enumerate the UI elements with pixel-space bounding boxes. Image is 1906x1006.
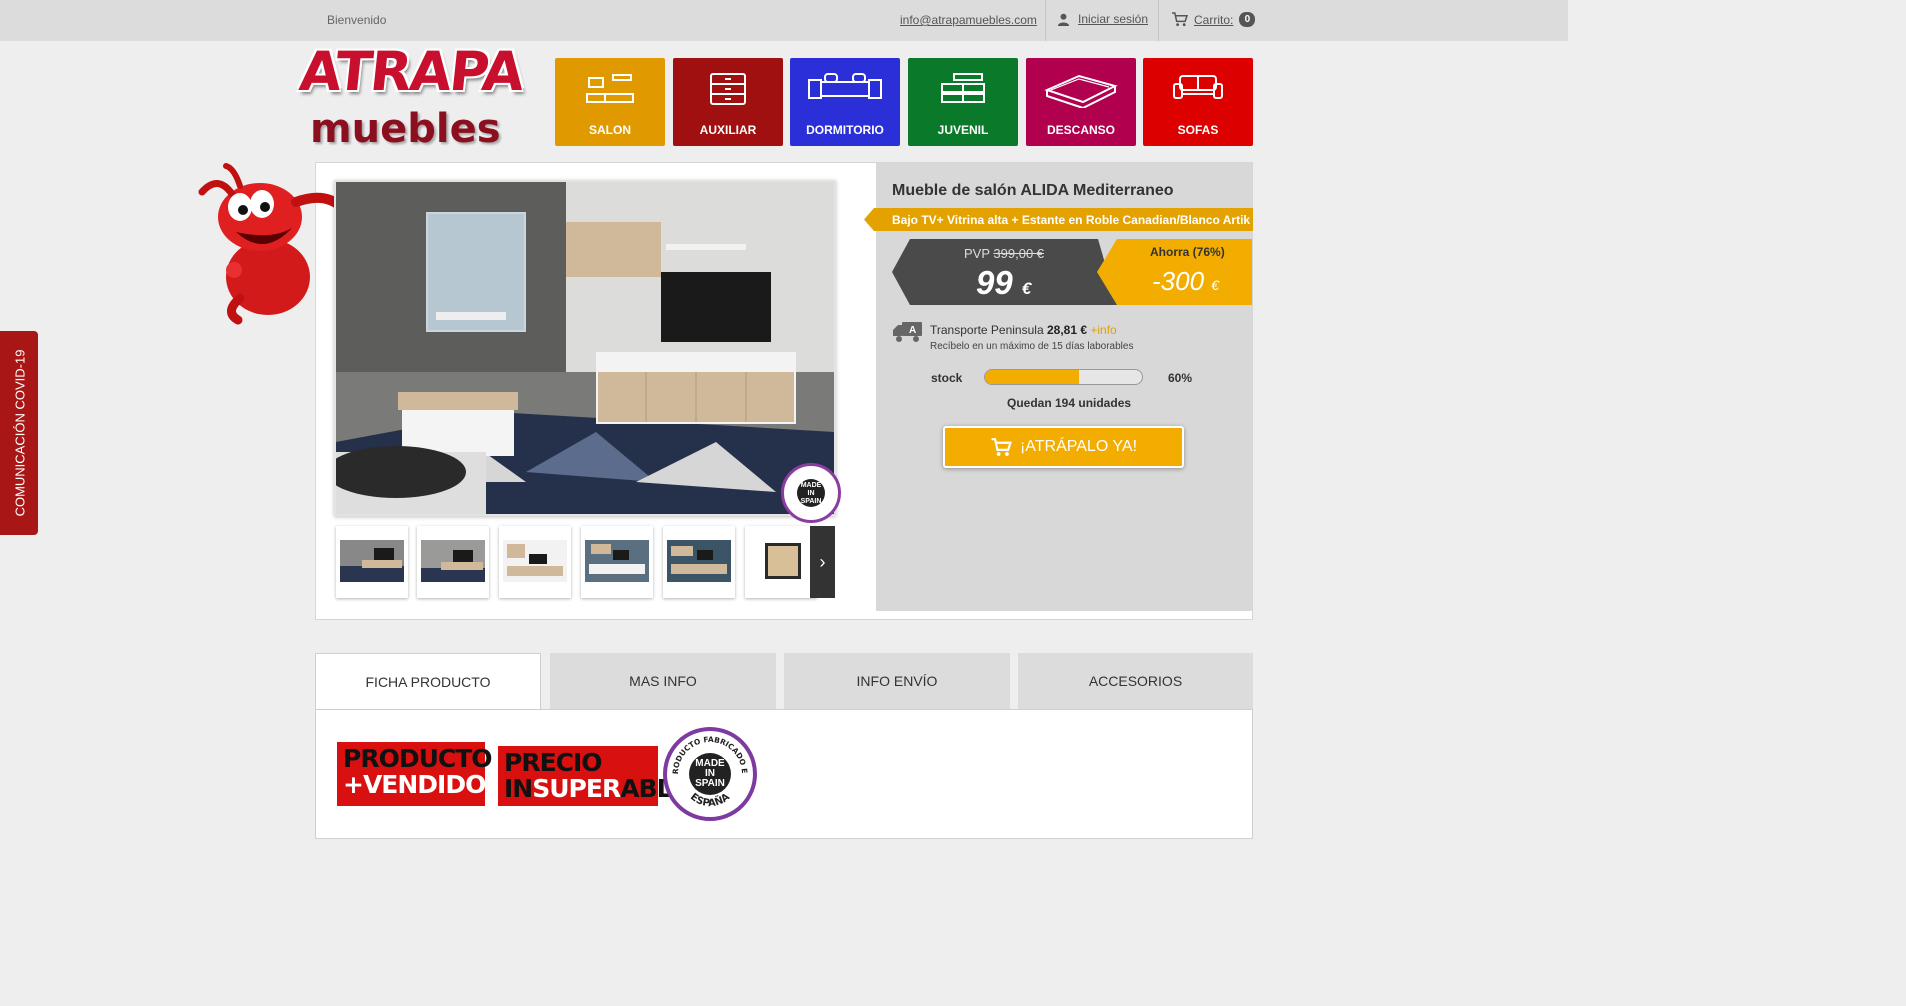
product-title: Mueble de salón ALIDA Mediterraneo	[892, 182, 1174, 199]
shipping-label: Transporte Peninsula	[930, 323, 1044, 337]
email-link[interactable]: info@atrapamuebles.com	[900, 13, 1037, 27]
thumbnail[interactable]	[745, 526, 817, 598]
stock-bar	[984, 369, 1143, 385]
product-subtitle: Bajo TV+ Vitrina alta + Estante en Roble…	[892, 213, 1251, 227]
thumbnail[interactable]	[336, 526, 408, 598]
promo-line: IN	[504, 774, 533, 803]
truck-icon: A	[893, 322, 922, 342]
made-in-spain-badge: MADE IN SPAIN	[781, 463, 841, 523]
logo-line2: muebles	[310, 106, 501, 152]
tab-ficha-producto[interactable]: FICHA PRODUCTO	[315, 653, 541, 710]
promo-line: PRODUCTO	[343, 744, 493, 773]
thumbnail[interactable]	[417, 526, 489, 598]
stock-percent: 60%	[1168, 371, 1193, 385]
logo-line1: ATRAPA	[296, 40, 526, 103]
thumbnail[interactable]	[499, 526, 571, 598]
stock-bar-fill	[985, 370, 1080, 384]
pvp-price: PVP 399,00 €	[964, 246, 1044, 261]
thumbnail-image	[667, 540, 731, 582]
bunk-bed-icon	[941, 73, 985, 103]
site-logo[interactable]: ATRAPA muebles	[296, 38, 530, 156]
divider	[1158, 0, 1159, 41]
category-dormitorio[interactable]: DORMITORIO	[790, 58, 900, 146]
thumbnail-image	[749, 540, 813, 582]
drawer-chest-icon	[710, 73, 746, 105]
category-salon[interactable]: SALON	[555, 58, 665, 146]
svg-text:A: A	[909, 325, 916, 336]
current-price: 99 €	[976, 264, 1031, 302]
mascot-illustration	[198, 163, 345, 325]
tv-unit-icon	[586, 74, 634, 103]
cart-count-badge: 0	[1239, 12, 1256, 27]
cart-label: Carrito:	[1194, 12, 1234, 27]
shipping-info: Transporte Peninsula 28,81 € +info	[930, 323, 1117, 337]
price-value: 99	[976, 264, 1013, 301]
made-in-spain-label: MADE IN SPAIN	[797, 479, 825, 507]
pvp-old-price: 399,00 €	[993, 246, 1045, 261]
chevron-right-icon: ›	[819, 552, 826, 572]
covid-label: COMUNICACIÓN COVID-19	[12, 349, 28, 517]
thumbnail-image	[340, 540, 404, 582]
tab-info-envio[interactable]: INFO ENVÍO	[784, 653, 1010, 709]
category-label: DORMITORIO	[806, 123, 884, 137]
thumbnail-image	[503, 540, 567, 582]
sofa-icon	[1173, 75, 1223, 99]
welcome-text: Bienvenido	[327, 13, 387, 27]
savings-amount: -300 €	[1152, 266, 1219, 297]
divider	[1045, 0, 1046, 41]
savings-currency: €	[1211, 277, 1220, 293]
shipping-more-link[interactable]: +info	[1090, 323, 1116, 337]
buy-button-label: ¡ATRÁPALO YA!	[1019, 438, 1138, 455]
category-label: DESCANSO	[1046, 123, 1115, 137]
made-in-spain-seal: PRODUCTO FABRICADO EN ESPAÑA MADE IN SPA…	[663, 727, 757, 821]
covid-tab[interactable]: COMUNICACIÓN COVID-19	[0, 331, 38, 535]
promo-line: PRECIO	[504, 748, 603, 777]
category-auxiliar[interactable]: AUXILIAR	[673, 58, 783, 146]
user-icon	[1057, 13, 1070, 26]
thumbnail-image	[421, 540, 485, 582]
promo-line: +VENDIDO	[343, 770, 486, 799]
stock-remaining: Quedan 194 unidades	[1007, 396, 1132, 410]
category-label: JUVENIL	[937, 123, 989, 137]
buy-button[interactable]: ¡ATRÁPALO YA!	[943, 426, 1184, 468]
category-label: SALON	[589, 123, 631, 137]
thumbnails-next-button[interactable]: ›	[810, 526, 835, 598]
thumbnail[interactable]	[663, 526, 735, 598]
category-juvenil[interactable]: JUVENIL	[908, 58, 1018, 146]
promo-line: SUPER	[532, 774, 621, 803]
tab-mas-info[interactable]: MAS INFO	[550, 653, 776, 709]
shipping-cost: 28,81 €	[1046, 323, 1088, 337]
bed-icon	[808, 73, 882, 99]
shipping-note: Recíbelo en un máximo de 15 días laborab…	[930, 341, 1134, 352]
category-descanso[interactable]: DESCANSO	[1026, 58, 1136, 146]
living-room-photo	[336, 182, 834, 514]
promo-precio-insuperable: PRECIO INSUPERABLE	[498, 746, 689, 806]
category-label: SOFAS	[1177, 123, 1219, 137]
category-sofas[interactable]: SOFAS	[1143, 58, 1253, 146]
cart-icon	[991, 437, 1012, 456]
tab-accesorios[interactable]: ACCESORIOS	[1018, 653, 1253, 709]
mattress-icon	[1044, 74, 1118, 108]
product-subtitle-bar: Bajo TV+ Vitrina alta + Estante en Roble…	[864, 208, 1253, 231]
savings-value: -300	[1152, 266, 1205, 296]
savings-label: Ahorra (76%)	[1150, 245, 1225, 259]
price-currency: €	[1021, 279, 1032, 298]
seal-center: MADE IN SPAIN	[689, 753, 731, 795]
thumbnail[interactable]	[581, 526, 653, 598]
login-link[interactable]: Iniciar sesión	[1057, 12, 1148, 26]
thumbnail-image	[585, 540, 649, 582]
top-bar: Bienvenido info@atrapamuebles.com Inicia…	[0, 0, 1568, 41]
promo-mas-vendido: PRODUCTO +VENDIDO	[337, 742, 493, 806]
product-main-image[interactable]	[334, 180, 836, 516]
login-label: Iniciar sesión	[1078, 12, 1149, 26]
cart-icon	[1172, 12, 1188, 27]
pvp-label: PVP	[964, 246, 990, 261]
stock-label: stock	[931, 371, 963, 385]
cart-link[interactable]: Carrito: 0	[1171, 12, 1256, 27]
category-label: AUXILIAR	[699, 123, 757, 137]
